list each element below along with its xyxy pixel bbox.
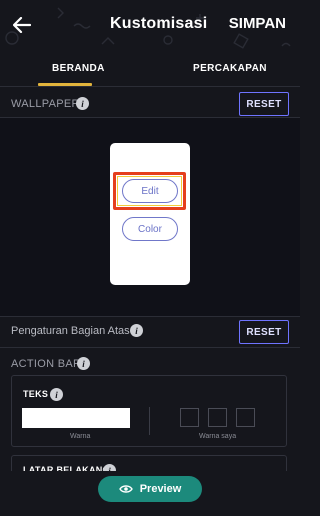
page-title: Kustomisasi bbox=[110, 15, 208, 32]
section-divider bbox=[0, 316, 300, 317]
save-button[interactable]: SIMPAN bbox=[229, 15, 286, 32]
wallpaper-label: WALLPAPER bbox=[11, 98, 80, 110]
tab-percakapan[interactable]: PERCAKAPAN bbox=[193, 63, 267, 74]
teks-label: TEKS bbox=[23, 389, 49, 399]
vertical-separator bbox=[149, 407, 150, 435]
arrow-left-icon bbox=[13, 17, 31, 33]
phone-wallpaper-preview bbox=[110, 143, 190, 285]
tabs-divider bbox=[0, 86, 300, 87]
tab-beranda[interactable]: BERANDA bbox=[52, 63, 105, 74]
info-icon[interactable]: i bbox=[76, 97, 89, 110]
eye-icon bbox=[118, 485, 133, 493]
tab-bar: BERANDA PERCAKAPAN bbox=[0, 54, 300, 86]
wallpaper-section-header: WALLPAPER i RESET bbox=[0, 90, 300, 118]
info-icon[interactable]: i bbox=[50, 388, 63, 401]
info-icon[interactable]: i bbox=[77, 357, 90, 370]
warna-saya-caption: Warna saya bbox=[199, 433, 237, 440]
custom-color-swatch[interactable] bbox=[180, 408, 199, 427]
pengaturan-label: Pengaturan Bagian Atas bbox=[11, 325, 130, 337]
preview-label: Preview bbox=[139, 483, 182, 495]
custom-color-swatch[interactable] bbox=[236, 408, 255, 427]
color-wallpaper-button[interactable]: Color bbox=[122, 217, 178, 241]
preview-button[interactable]: Preview bbox=[98, 476, 202, 502]
info-icon[interactable]: i bbox=[130, 324, 143, 337]
action-bar-label: ACTION BAR bbox=[11, 358, 82, 370]
pengaturan-reset-button[interactable]: RESET bbox=[239, 320, 289, 344]
custom-color-swatch[interactable] bbox=[208, 408, 227, 427]
wallpaper-reset-button[interactable]: RESET bbox=[239, 92, 289, 116]
text-color-selected[interactable] bbox=[22, 408, 130, 428]
section-divider bbox=[0, 347, 300, 348]
back-button[interactable] bbox=[6, 10, 38, 40]
warna-caption: Warna bbox=[70, 433, 91, 440]
selection-highlight bbox=[113, 172, 186, 210]
app-bar: Kustomisasi SIMPAN bbox=[0, 0, 300, 50]
